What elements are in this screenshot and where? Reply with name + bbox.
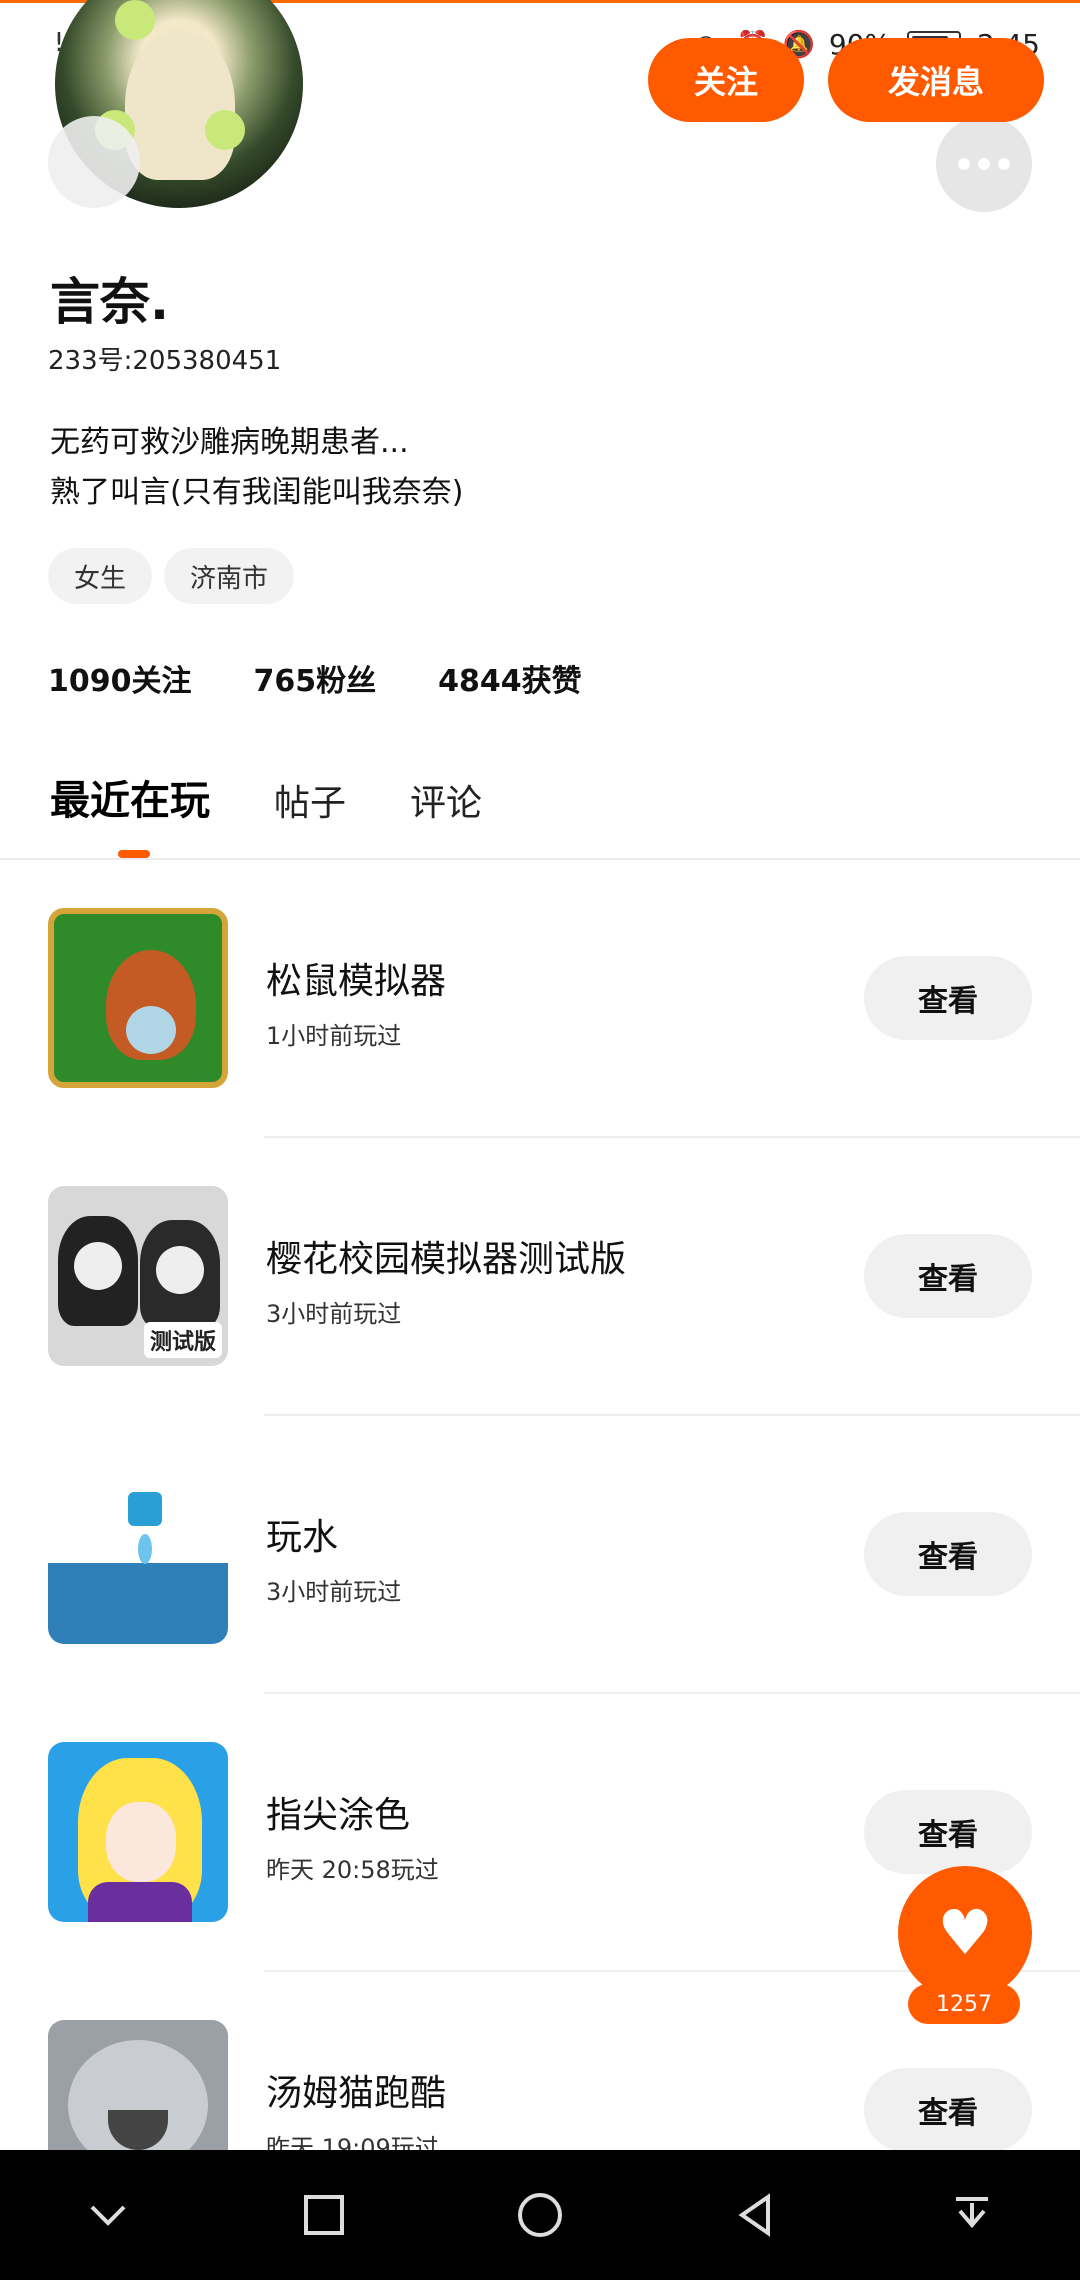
circle-icon bbox=[518, 2193, 562, 2237]
tab-posts[interactable]: 帖子 bbox=[274, 774, 346, 826]
tag-gender: 女生 bbox=[48, 548, 153, 604]
icon-label: 测试版 bbox=[143, 1322, 222, 1358]
nav-back-button[interactable] bbox=[721, 2180, 791, 2250]
game-played-time: 3小时前玩过 bbox=[266, 1578, 402, 1606]
water-tap-icon bbox=[48, 1464, 228, 1644]
tab-indicator bbox=[118, 850, 150, 858]
list-item[interactable]: 松鼠模拟器 1小时前玩过 查看 bbox=[0, 860, 1080, 1138]
stat-fans[interactable]: 765粉丝 bbox=[254, 656, 377, 700]
user-stats: 1090关注 765粉丝 4844获赞 bbox=[48, 656, 582, 700]
nav-recents-button[interactable] bbox=[289, 2180, 359, 2250]
back-button[interactable] bbox=[48, 116, 140, 208]
bio-line: 无药可救沙雕病晚期患者... bbox=[50, 425, 409, 460]
user-name: 言奈. bbox=[50, 273, 169, 331]
message-button[interactable]: 发消息 bbox=[828, 38, 1044, 122]
game-title: 玩水 bbox=[266, 1517, 339, 1558]
list-item[interactable]: 测试版 樱花校园模拟器测试版 3小时前玩过 查看 bbox=[0, 1138, 1080, 1416]
game-title: 指尖涂色 bbox=[266, 1795, 411, 1836]
view-button[interactable]: 查看 bbox=[864, 956, 1032, 1040]
avatar-flower bbox=[205, 110, 245, 150]
heart-icon: ♥ bbox=[937, 1896, 993, 1969]
squirrel-icon bbox=[48, 908, 228, 1088]
sakura-school-icon: 测试版 bbox=[48, 1186, 228, 1366]
like-button[interactable]: ♥ bbox=[898, 1866, 1032, 2000]
view-button[interactable]: 查看 bbox=[864, 1790, 1032, 1874]
view-button[interactable]: 查看 bbox=[864, 1234, 1032, 1318]
user-bio: 无药可救沙雕病晚期患者... 熟了叫言(只有我闺能叫我奈奈) bbox=[50, 418, 463, 518]
nav-notification-button[interactable] bbox=[937, 2180, 1007, 2250]
tab-recent-play[interactable]: 最近在玩 bbox=[50, 768, 210, 826]
tab-bar: 最近在玩 帖子 评论 bbox=[50, 768, 482, 826]
profile-page: ! ◠ ^ ◉ ⏰ 🔕 90% 2:45 关注 发消息 言奈. 233号:205… bbox=[0, 0, 1080, 2280]
list-item[interactable]: 玩水 3小时前玩过 查看 bbox=[0, 1416, 1080, 1694]
stat-following[interactable]: 1090关注 bbox=[48, 656, 192, 700]
tab-comments[interactable]: 评论 bbox=[410, 774, 482, 826]
game-title: 樱花校园模拟器测试版 bbox=[266, 1239, 627, 1280]
bio-line: 熟了叫言(只有我闺能叫我奈奈) bbox=[50, 475, 464, 510]
game-played-time: 3小时前玩过 bbox=[266, 1300, 402, 1328]
tom-cat-icon bbox=[48, 2020, 228, 2150]
chevron-down-icon bbox=[90, 2205, 126, 2226]
nav-home-button[interactable] bbox=[505, 2180, 575, 2250]
paint-girl-icon bbox=[48, 1742, 228, 1922]
view-button[interactable]: 查看 bbox=[864, 2068, 1032, 2150]
game-played-time: 1小时前玩过 bbox=[266, 1022, 402, 1050]
stat-likes: 4844获赞 bbox=[438, 664, 582, 699]
avatar-flower bbox=[115, 0, 155, 40]
follow-button[interactable]: 关注 bbox=[648, 38, 804, 122]
view-button[interactable]: 查看 bbox=[864, 1512, 1032, 1596]
more-dots-icon bbox=[936, 116, 1032, 212]
nav-hide-button[interactable] bbox=[73, 2180, 143, 2250]
square-icon bbox=[304, 2195, 344, 2235]
user-tags: 女生 济南市 bbox=[48, 548, 295, 604]
pull-down-icon bbox=[956, 2197, 988, 2229]
like-count: 1257 bbox=[908, 1984, 1020, 2024]
tag-city: 济南市 bbox=[164, 548, 295, 604]
user-id: 233号:205380451 bbox=[48, 346, 282, 376]
game-title: 汤姆猫跑酷 bbox=[266, 2073, 447, 2114]
game-title: 松鼠模拟器 bbox=[266, 961, 447, 1002]
more-button[interactable] bbox=[936, 116, 1032, 212]
avatar-hair bbox=[125, 30, 235, 180]
system-nav-bar bbox=[0, 2150, 1080, 2280]
game-played-time: 昨天 19:09玩过 bbox=[266, 2134, 439, 2150]
game-played-time: 昨天 20:58玩过 bbox=[266, 1856, 439, 1884]
triangle-back-icon bbox=[738, 2193, 770, 2237]
